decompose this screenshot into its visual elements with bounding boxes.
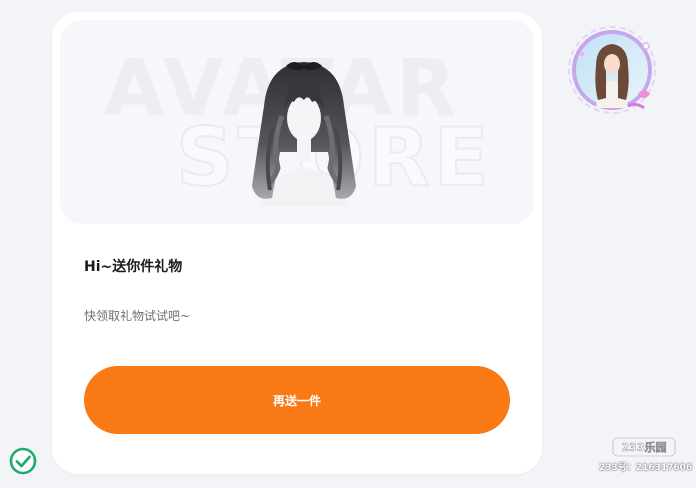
brand-logo: 233乐园 bbox=[612, 437, 676, 457]
gift-title: Hi~送你件礼物 bbox=[84, 259, 183, 275]
send-another-button[interactable]: 再送一件 bbox=[84, 366, 510, 434]
hair-item-icon bbox=[252, 62, 356, 206]
brand-logo-text: 233乐园 bbox=[622, 440, 667, 454]
screen: AVATAR STORE bbox=[0, 0, 696, 488]
check-circle-icon bbox=[9, 447, 37, 475]
gift-card: AVATAR STORE bbox=[52, 12, 542, 474]
avatar-icon[interactable] bbox=[566, 24, 662, 120]
gift-banner: AVATAR STORE bbox=[60, 20, 534, 224]
corner-watermark: 233号：216317606 bbox=[599, 463, 693, 473]
gift-subtitle: 快领取礼物试试吧~ bbox=[84, 309, 191, 323]
